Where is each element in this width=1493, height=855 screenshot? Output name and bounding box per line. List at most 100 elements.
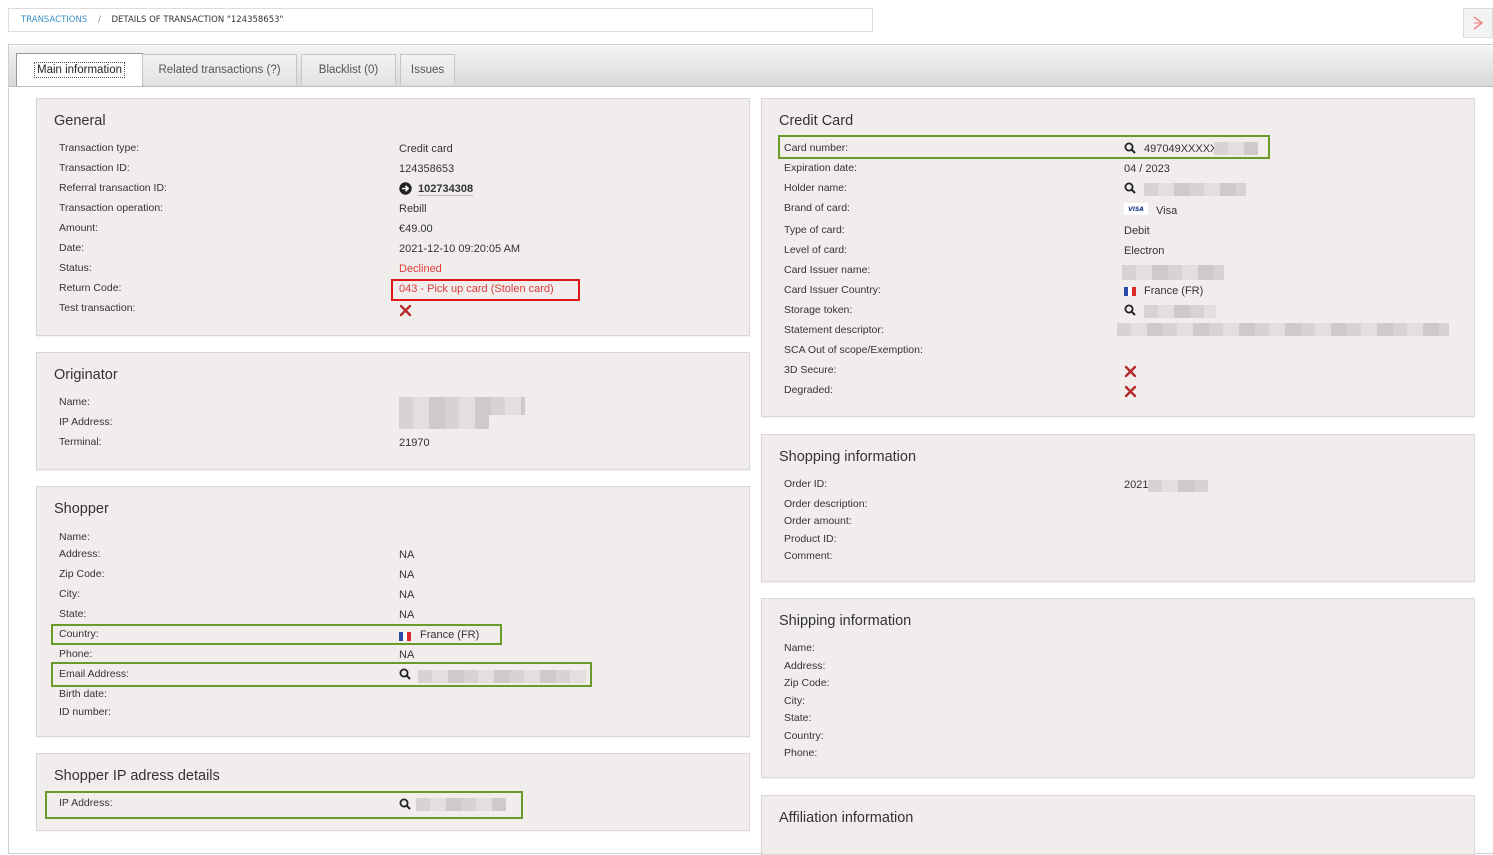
label-shipping-city: City: — [784, 695, 805, 707]
label-shopper-name: Name: — [59, 531, 90, 543]
status-value: Declined — [399, 263, 442, 275]
storage-token-redacted — [1144, 305, 1216, 318]
label-shopper-phone: Phone: — [59, 648, 93, 660]
label-shopper-city: City: — [59, 588, 80, 600]
credit-card-panel: Credit Card Card number: Expiration date… — [761, 98, 1475, 417]
shopper-email-redacted — [418, 670, 586, 683]
tab-blacklist[interactable]: Blacklist (0) — [301, 54, 396, 85]
date-value: 2021-12-10 09:20:05 AM — [399, 243, 521, 255]
label-shipping-zip: Zip Code: — [784, 677, 830, 689]
shopper-title: Shopper — [54, 501, 109, 517]
label-sca-exemption: SCA Out of scope/Exemption: — [784, 344, 923, 356]
label-referral-id: Referral transaction ID: — [59, 182, 167, 194]
label-originator-name: Name: — [59, 396, 90, 408]
brand-value: Visa — [1156, 205, 1178, 217]
search-icon[interactable] — [399, 798, 411, 810]
label-shipping-address: Address: — [784, 660, 826, 672]
breadcrumb-separator: / — [97, 15, 101, 25]
shopper-panel: Shopper Name: Address: Zip Code: City: S… — [36, 486, 750, 737]
label-shopper-birth-date: Birth date: — [59, 688, 107, 700]
label-card-number: Card number: — [784, 142, 849, 154]
label-transaction-id: Transaction ID: — [59, 162, 130, 174]
label-card-level: Level of card: — [784, 244, 848, 256]
label-order-id: Order ID: — [784, 478, 828, 490]
expiration-value: 04 / 2023 — [1124, 163, 1170, 175]
label-comment: Comment: — [784, 550, 833, 562]
label-date: Date: — [59, 242, 85, 254]
affiliation-panel: Affiliation information — [761, 795, 1475, 855]
label-issuer-name: Card Issuer name: — [784, 264, 871, 276]
label-shipping-state: State: — [784, 712, 812, 724]
breadcrumb: TRANSACTIONS / DETAILS OF TRANSACTION "1… — [8, 8, 873, 32]
label-product-id: Product ID: — [784, 533, 837, 545]
shopper-ip-title: Shopper IP adress details — [54, 768, 220, 784]
label-transaction-type: Transaction type: — [59, 142, 140, 154]
france-flag-icon — [1124, 287, 1136, 296]
label-terminal: Terminal: — [59, 436, 102, 448]
label-shopper-id-number: ID number: — [59, 706, 111, 718]
label-shopper-address: Address: — [59, 548, 101, 560]
shipping-title: Shipping information — [779, 613, 912, 629]
card-type-value: Debit — [1124, 225, 1150, 237]
label-shipping-name: Name: — [784, 642, 815, 654]
search-icon[interactable] — [1124, 182, 1136, 194]
search-icon[interactable] — [399, 668, 411, 680]
card-number-value: 497049XXXXXX — [1144, 143, 1225, 155]
shopper-country-value: France (FR) — [420, 629, 480, 641]
label-issuer-country: Card Issuer Country: — [784, 284, 881, 296]
shopping-title: Shopping information — [779, 449, 917, 465]
label-amount: Amount: — [59, 222, 99, 234]
transaction-type-value: Credit card — [399, 143, 453, 155]
holder-name-redacted — [1144, 183, 1246, 196]
credit-card-title: Credit Card — [779, 113, 854, 129]
x-icon — [1124, 365, 1137, 378]
issuer-name-redacted — [1122, 265, 1224, 280]
label-brand: Brand of card: — [784, 202, 850, 214]
label-operation: Transaction operation: — [59, 202, 164, 214]
arrow-circle-right-icon — [399, 182, 412, 195]
collapse-button[interactable] — [1463, 8, 1493, 38]
label-holder-name: Holder name: — [784, 182, 848, 194]
tab-related-transactions[interactable]: Related transactions (?) — [142, 54, 297, 85]
shopper-ip-panel: Shopper IP adress details IP Address: — [36, 753, 750, 831]
label-expiration-date: Expiration date: — [784, 162, 857, 174]
label-test-transaction: Test transaction: — [59, 302, 136, 314]
originator-panel: Originator Name: IP Address: Terminal: 2… — [36, 352, 750, 470]
label-3d-secure: 3D Secure: — [784, 364, 837, 376]
label-status: Status: — [59, 262, 92, 274]
shopper-phone-value: NA — [399, 649, 415, 661]
label-statement-descriptor: Statement descriptor: — [784, 324, 884, 336]
breadcrumb-transactions-link[interactable]: TRANSACTIONS — [21, 15, 87, 25]
label-order-description: Order description: — [784, 498, 868, 510]
amount-value: €49.00 — [399, 223, 433, 235]
transaction-id-value: 124358653 — [399, 163, 455, 175]
label-storage-token: Storage token: — [784, 304, 853, 316]
x-icon — [1124, 385, 1137, 398]
breadcrumb-current: DETAILS OF TRANSACTION "124358653" — [111, 15, 284, 25]
label-shopper-ip: IP Address: — [59, 797, 113, 809]
label-shipping-country: Country: — [784, 730, 824, 742]
issuer-country-value: France (FR) — [1144, 285, 1204, 297]
order-id-value: 2021 — [1124, 479, 1149, 491]
tab-issues[interactable]: Issues — [400, 54, 455, 85]
referral-transaction-link[interactable]: 102734308 — [418, 183, 474, 196]
card-number-redacted — [1214, 142, 1258, 155]
statement-descriptor-redacted — [1117, 323, 1449, 336]
originator-name-redacted — [399, 397, 525, 415]
tab-main-information[interactable]: Main information — [16, 53, 143, 86]
return-code-value: 043 - Pick up card (Stolen card) — [399, 283, 554, 295]
search-icon[interactable] — [1124, 142, 1136, 154]
tab-bar: Main information Related transactions (?… — [9, 46, 1493, 87]
label-degraded: Degraded: — [784, 384, 834, 396]
label-shopper-zip: Zip Code: — [59, 568, 105, 580]
label-shopper-state: State: — [59, 608, 87, 620]
search-icon[interactable] — [1124, 304, 1136, 316]
shopper-address-value: NA — [399, 549, 415, 561]
originator-title: Originator — [54, 367, 118, 383]
originator-ip-redacted — [399, 415, 489, 429]
operation-value: Rebill — [399, 203, 427, 215]
shipping-panel: Shipping information Name: Address: Zip … — [761, 598, 1475, 778]
x-icon — [399, 304, 412, 317]
shopper-state-value: NA — [399, 609, 415, 621]
label-card-type: Type of card: — [784, 224, 845, 236]
